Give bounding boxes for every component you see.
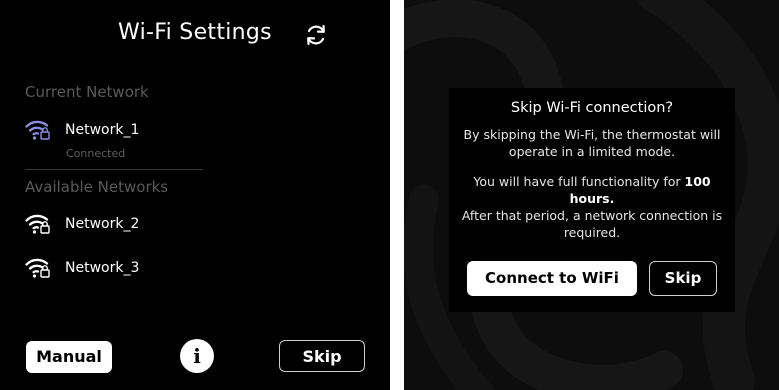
wifi-lock-icon xyxy=(25,120,50,140)
divider xyxy=(25,169,203,170)
refresh-icon[interactable] xyxy=(303,22,329,48)
dialog-line-connection-required: After that period, a network connection … xyxy=(461,208,723,240)
skip-wifi-screen: Skip Wi-Fi connection? By skipping the W… xyxy=(404,0,779,390)
current-network-item[interactable]: Network_1 xyxy=(25,118,139,142)
dialog-message: By skipping the Wi-Fi, the thermostat wi… xyxy=(455,126,729,241)
network-item-3[interactable]: Network_3 xyxy=(25,256,139,280)
skip-button[interactable]: Skip xyxy=(279,340,365,372)
dialog-line-limited-mode: By skipping the Wi-Fi, the thermostat wi… xyxy=(463,127,721,159)
page-title: Wi-Fi Settings xyxy=(118,20,272,45)
dialog-title: Skip Wi-Fi connection? xyxy=(510,100,674,116)
dialog-line-prefix: You will have full functionality for xyxy=(473,174,685,189)
connect-to-wifi-button[interactable]: Connect to WiFi xyxy=(467,261,637,296)
wifi-lock-icon xyxy=(25,214,50,234)
current-network-name: Network_1 xyxy=(65,122,140,138)
network-item-2[interactable]: Network_2 xyxy=(25,212,139,236)
network-name: Network_3 xyxy=(65,260,140,276)
manual-button[interactable]: Manual xyxy=(26,341,112,373)
current-network-status: Connected xyxy=(66,147,126,160)
skip-wifi-dialog: Skip Wi-Fi connection? By skipping the W… xyxy=(449,88,735,312)
wifi-settings-screen: Wi-Fi Settings Current Network Network_1… xyxy=(0,0,390,390)
dialog-line-full-functionality: You will have full functionality for 100… xyxy=(455,173,729,207)
info-button[interactable]: i xyxy=(180,339,214,373)
dialog-skip-button[interactable]: Skip xyxy=(649,261,717,296)
current-network-label: Current Network xyxy=(25,83,149,101)
wifi-lock-icon xyxy=(25,258,50,278)
network-name: Network_2 xyxy=(65,216,140,232)
available-networks-label: Available Networks xyxy=(25,178,169,196)
